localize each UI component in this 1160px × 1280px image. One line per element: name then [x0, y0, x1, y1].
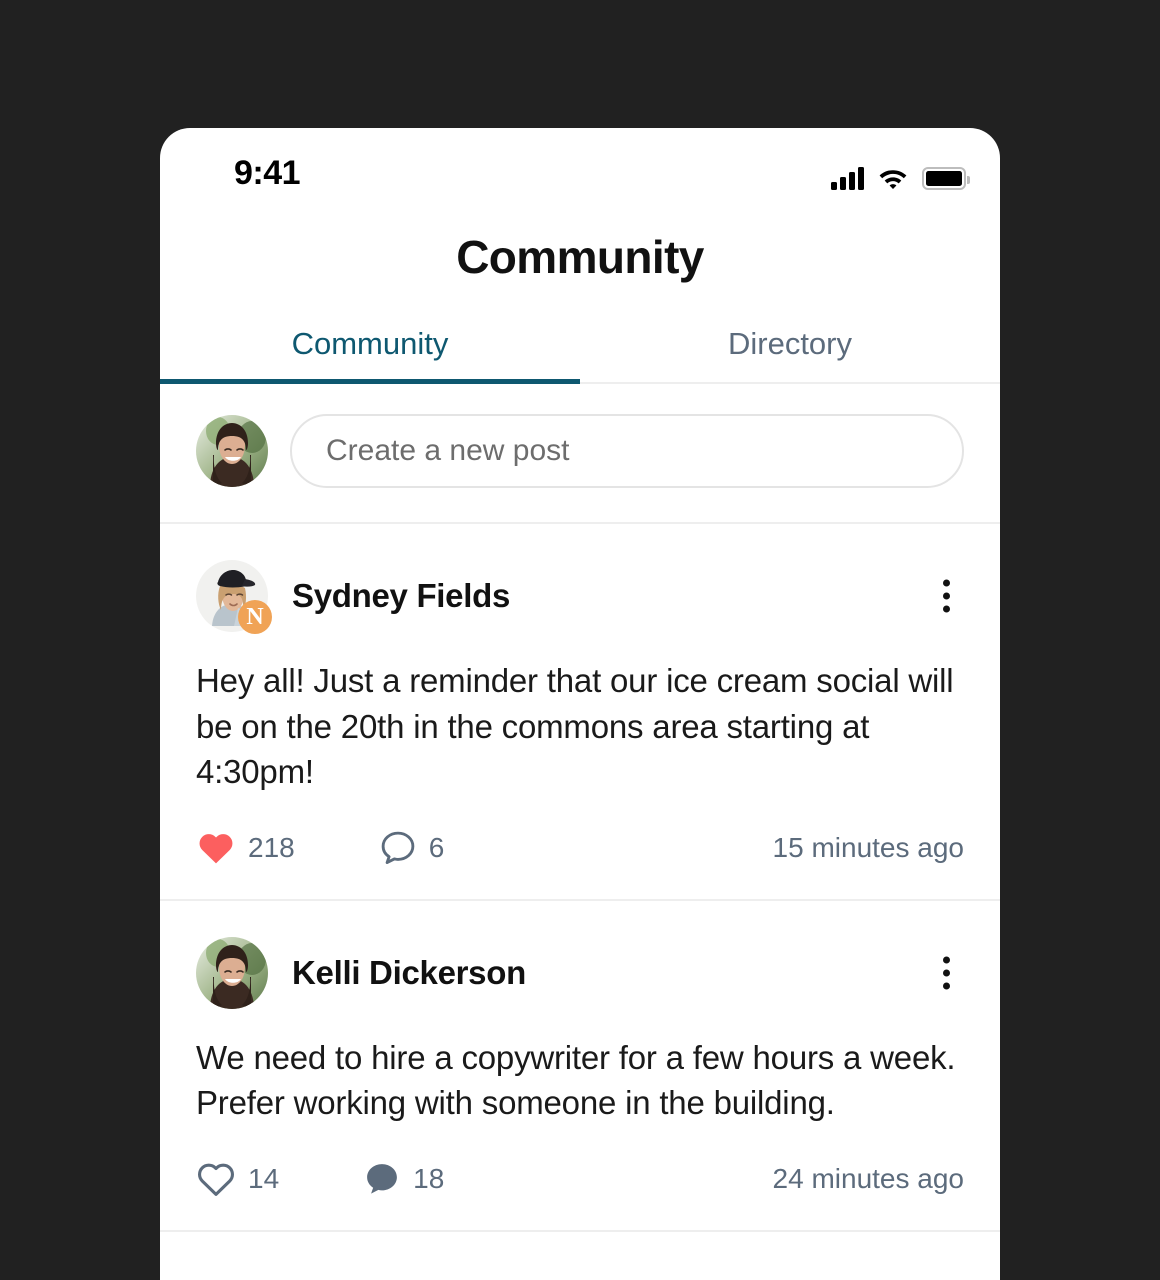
kelli-dickerson-avatar	[196, 936, 268, 1009]
tab-community-label: Community	[291, 326, 449, 361]
create-post-placeholder: Create a new post	[326, 434, 570, 467]
post-header: Kelli Dickerson	[196, 936, 964, 1009]
compose-avatar-wrap[interactable]	[196, 415, 268, 487]
battery-full-icon	[922, 167, 970, 190]
phone-screen: 9:41 Community Community Directory Creat…	[160, 128, 1000, 1280]
post-item: N Sydney Fields Hey all! Just a reminder…	[160, 524, 1000, 901]
heart-icon	[196, 830, 236, 866]
post-body-text: Hey all! Just a reminder that our ice cr…	[196, 662, 954, 791]
post-author-name: Sydney Fields	[292, 577, 511, 614]
compose-row: Create a new post	[160, 384, 1000, 524]
tab-bar: Community Directory	[160, 326, 1000, 384]
comment-count: 6	[428, 831, 445, 863]
tab-directory-label: Directory	[727, 326, 852, 361]
post-actions: 14 18 24 minutes ago	[196, 1156, 964, 1202]
post-timestamp: 15 minutes ago	[772, 831, 964, 863]
post-author-name: Kelli Dickerson	[292, 953, 526, 991]
post-avatar-wrap[interactable]: N	[196, 560, 272, 634]
like-count: 14	[248, 1162, 280, 1194]
like-button[interactable]: 218	[196, 830, 295, 866]
cellular-signal-icon	[831, 166, 864, 190]
page-title: Community	[456, 231, 704, 283]
comment-bubble-icon	[379, 829, 417, 867]
comment-count: 18	[413, 1162, 445, 1194]
current-user-avatar	[196, 415, 268, 487]
status-bar-time: 9:41	[234, 154, 301, 192]
tab-directory[interactable]: Directory	[580, 326, 1000, 384]
tab-community[interactable]: Community	[160, 326, 580, 384]
heart-icon	[196, 1161, 236, 1197]
comment-bubble-icon	[363, 1160, 401, 1198]
like-button[interactable]: 14	[196, 1161, 279, 1197]
comment-button[interactable]: 6	[379, 829, 445, 867]
status-bar-icons	[831, 156, 970, 190]
post-actions: 218 6 15 minutes ago	[196, 825, 964, 871]
like-count: 218	[248, 831, 295, 863]
post-body-text: We need to hire a copywriter for a few h…	[196, 1038, 956, 1122]
neighbor-badge: N	[238, 600, 272, 634]
post-avatar-wrap[interactable]	[196, 936, 268, 1009]
status-bar: 9:41	[160, 128, 1000, 220]
create-post-input[interactable]: Create a new post	[290, 414, 964, 488]
post-header: N Sydney Fields	[196, 560, 964, 634]
post-item: Kelli Dickerson We need to hire a copywr…	[160, 901, 1000, 1232]
wifi-icon	[877, 166, 909, 190]
post-timestamp: 24 minutes ago	[772, 1162, 964, 1194]
more-vertical-icon[interactable]	[933, 574, 960, 619]
more-vertical-icon[interactable]	[933, 950, 960, 995]
comment-button[interactable]: 18	[363, 1160, 444, 1198]
